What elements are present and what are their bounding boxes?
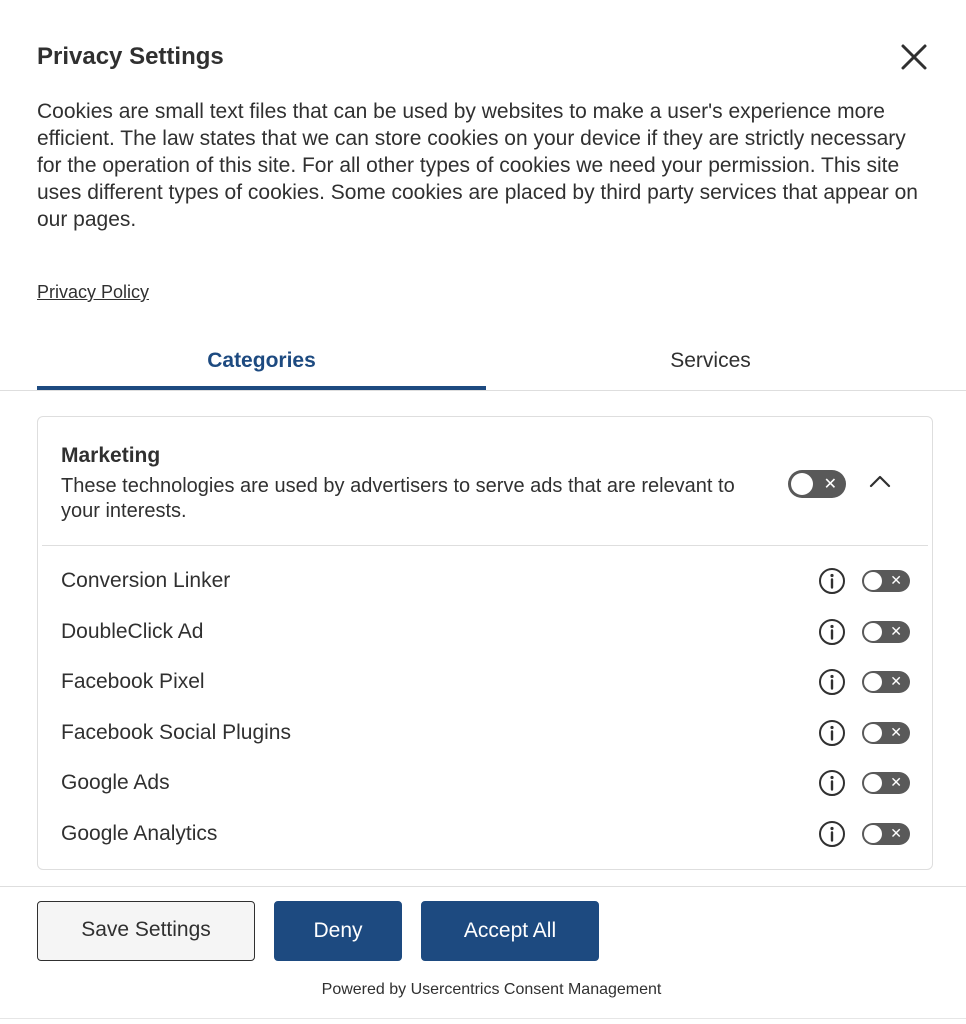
service-name: Conversion Linker bbox=[61, 569, 231, 592]
toggle-off-icon: ✕ bbox=[890, 623, 902, 640]
service-name: Facebook Social Plugins bbox=[61, 720, 291, 744]
toggle-off-icon: ✕ bbox=[823, 474, 837, 493]
deny-button[interactable]: Deny bbox=[274, 901, 402, 961]
service-row: Facebook Pixel ✕ bbox=[38, 658, 932, 709]
info-icon bbox=[819, 618, 845, 645]
toggle-knob bbox=[864, 673, 882, 692]
service-row: Google Ads ✕ bbox=[38, 759, 932, 810]
service-name: Facebook Pixel bbox=[61, 670, 205, 694]
service-name: Google Ads bbox=[61, 771, 170, 795]
service-name: Google Analytics bbox=[61, 821, 218, 845]
info-button[interactable] bbox=[818, 820, 846, 848]
toggle-knob bbox=[864, 622, 882, 641]
service-row: Conversion Linker ✕ bbox=[38, 557, 932, 608]
tab-bar: Categories Services bbox=[0, 336, 966, 391]
toggle-knob bbox=[791, 473, 813, 495]
category-divider bbox=[42, 545, 928, 546]
toggle-knob bbox=[864, 824, 882, 843]
service-list: Conversion Linker ✕ DoubleClick Ad ✕ Fac… bbox=[38, 557, 932, 861]
toggle-off-icon: ✕ bbox=[890, 573, 902, 589]
dialog-description: Cookies are small text files that can be… bbox=[37, 100, 918, 231]
category-title: Marketing bbox=[61, 444, 161, 467]
service-toggle[interactable]: ✕ bbox=[862, 721, 910, 744]
info-icon bbox=[819, 568, 845, 594]
save-settings-button[interactable]: Save Settings bbox=[37, 901, 255, 961]
info-icon bbox=[819, 770, 845, 797]
service-row: Facebook Social Plugins ✕ bbox=[38, 709, 932, 760]
service-row: Google Analytics ✕ bbox=[38, 810, 932, 861]
dialog-header: Privacy Settings bbox=[37, 40, 929, 74]
accept-all-button[interactable]: Accept All bbox=[421, 901, 599, 961]
info-icon bbox=[819, 669, 845, 696]
toggle-knob bbox=[864, 572, 882, 590]
info-button[interactable] bbox=[818, 719, 846, 747]
service-toggle[interactable]: ✕ bbox=[862, 822, 910, 845]
privacy-policy-link[interactable]: Privacy Policy bbox=[37, 282, 149, 303]
toggle-off-icon: ✕ bbox=[890, 775, 902, 792]
toggle-knob bbox=[864, 774, 882, 793]
toggle-knob bbox=[864, 723, 882, 742]
info-button[interactable] bbox=[818, 769, 846, 797]
footer-divider bbox=[0, 886, 966, 887]
category-card-marketing: Marketing These technologies are used by… bbox=[37, 416, 933, 870]
tab-services[interactable]: Services bbox=[486, 336, 935, 386]
toggle-off-icon: ✕ bbox=[890, 724, 902, 741]
close-button[interactable] bbox=[899, 42, 929, 72]
info-button[interactable] bbox=[818, 618, 846, 646]
close-icon bbox=[901, 44, 927, 70]
chevron-up-icon bbox=[869, 475, 891, 488]
service-toggle[interactable]: ✕ bbox=[862, 671, 910, 694]
info-button[interactable] bbox=[818, 668, 846, 696]
service-toggle[interactable]: ✕ bbox=[862, 772, 910, 795]
tab-categories[interactable]: Categories bbox=[37, 336, 486, 390]
category-header: Marketing These technologies are used by… bbox=[61, 441, 761, 524]
collapse-button[interactable] bbox=[867, 469, 893, 495]
toggle-off-icon: ✕ bbox=[890, 825, 902, 842]
service-toggle[interactable]: ✕ bbox=[862, 570, 910, 592]
powered-by-text: Powered by Usercentrics Consent Manageme… bbox=[321, 981, 662, 998]
category-toggle[interactable]: ✕ bbox=[788, 470, 846, 498]
category-description: These technologies are used by advertise… bbox=[61, 475, 735, 522]
info-button[interactable] bbox=[818, 567, 846, 595]
service-toggle[interactable]: ✕ bbox=[862, 620, 910, 643]
info-icon bbox=[819, 820, 845, 847]
toggle-off-icon: ✕ bbox=[890, 674, 902, 691]
dialog-title: Privacy Settings bbox=[37, 43, 224, 70]
service-row: DoubleClick Ad ✕ bbox=[38, 608, 932, 659]
service-name: DoubleClick Ad bbox=[61, 619, 204, 643]
info-icon bbox=[819, 719, 845, 746]
bottom-divider bbox=[0, 1018, 966, 1019]
privacy-settings-dialog: Privacy Settings Cookies are small text … bbox=[0, 0, 966, 1024]
